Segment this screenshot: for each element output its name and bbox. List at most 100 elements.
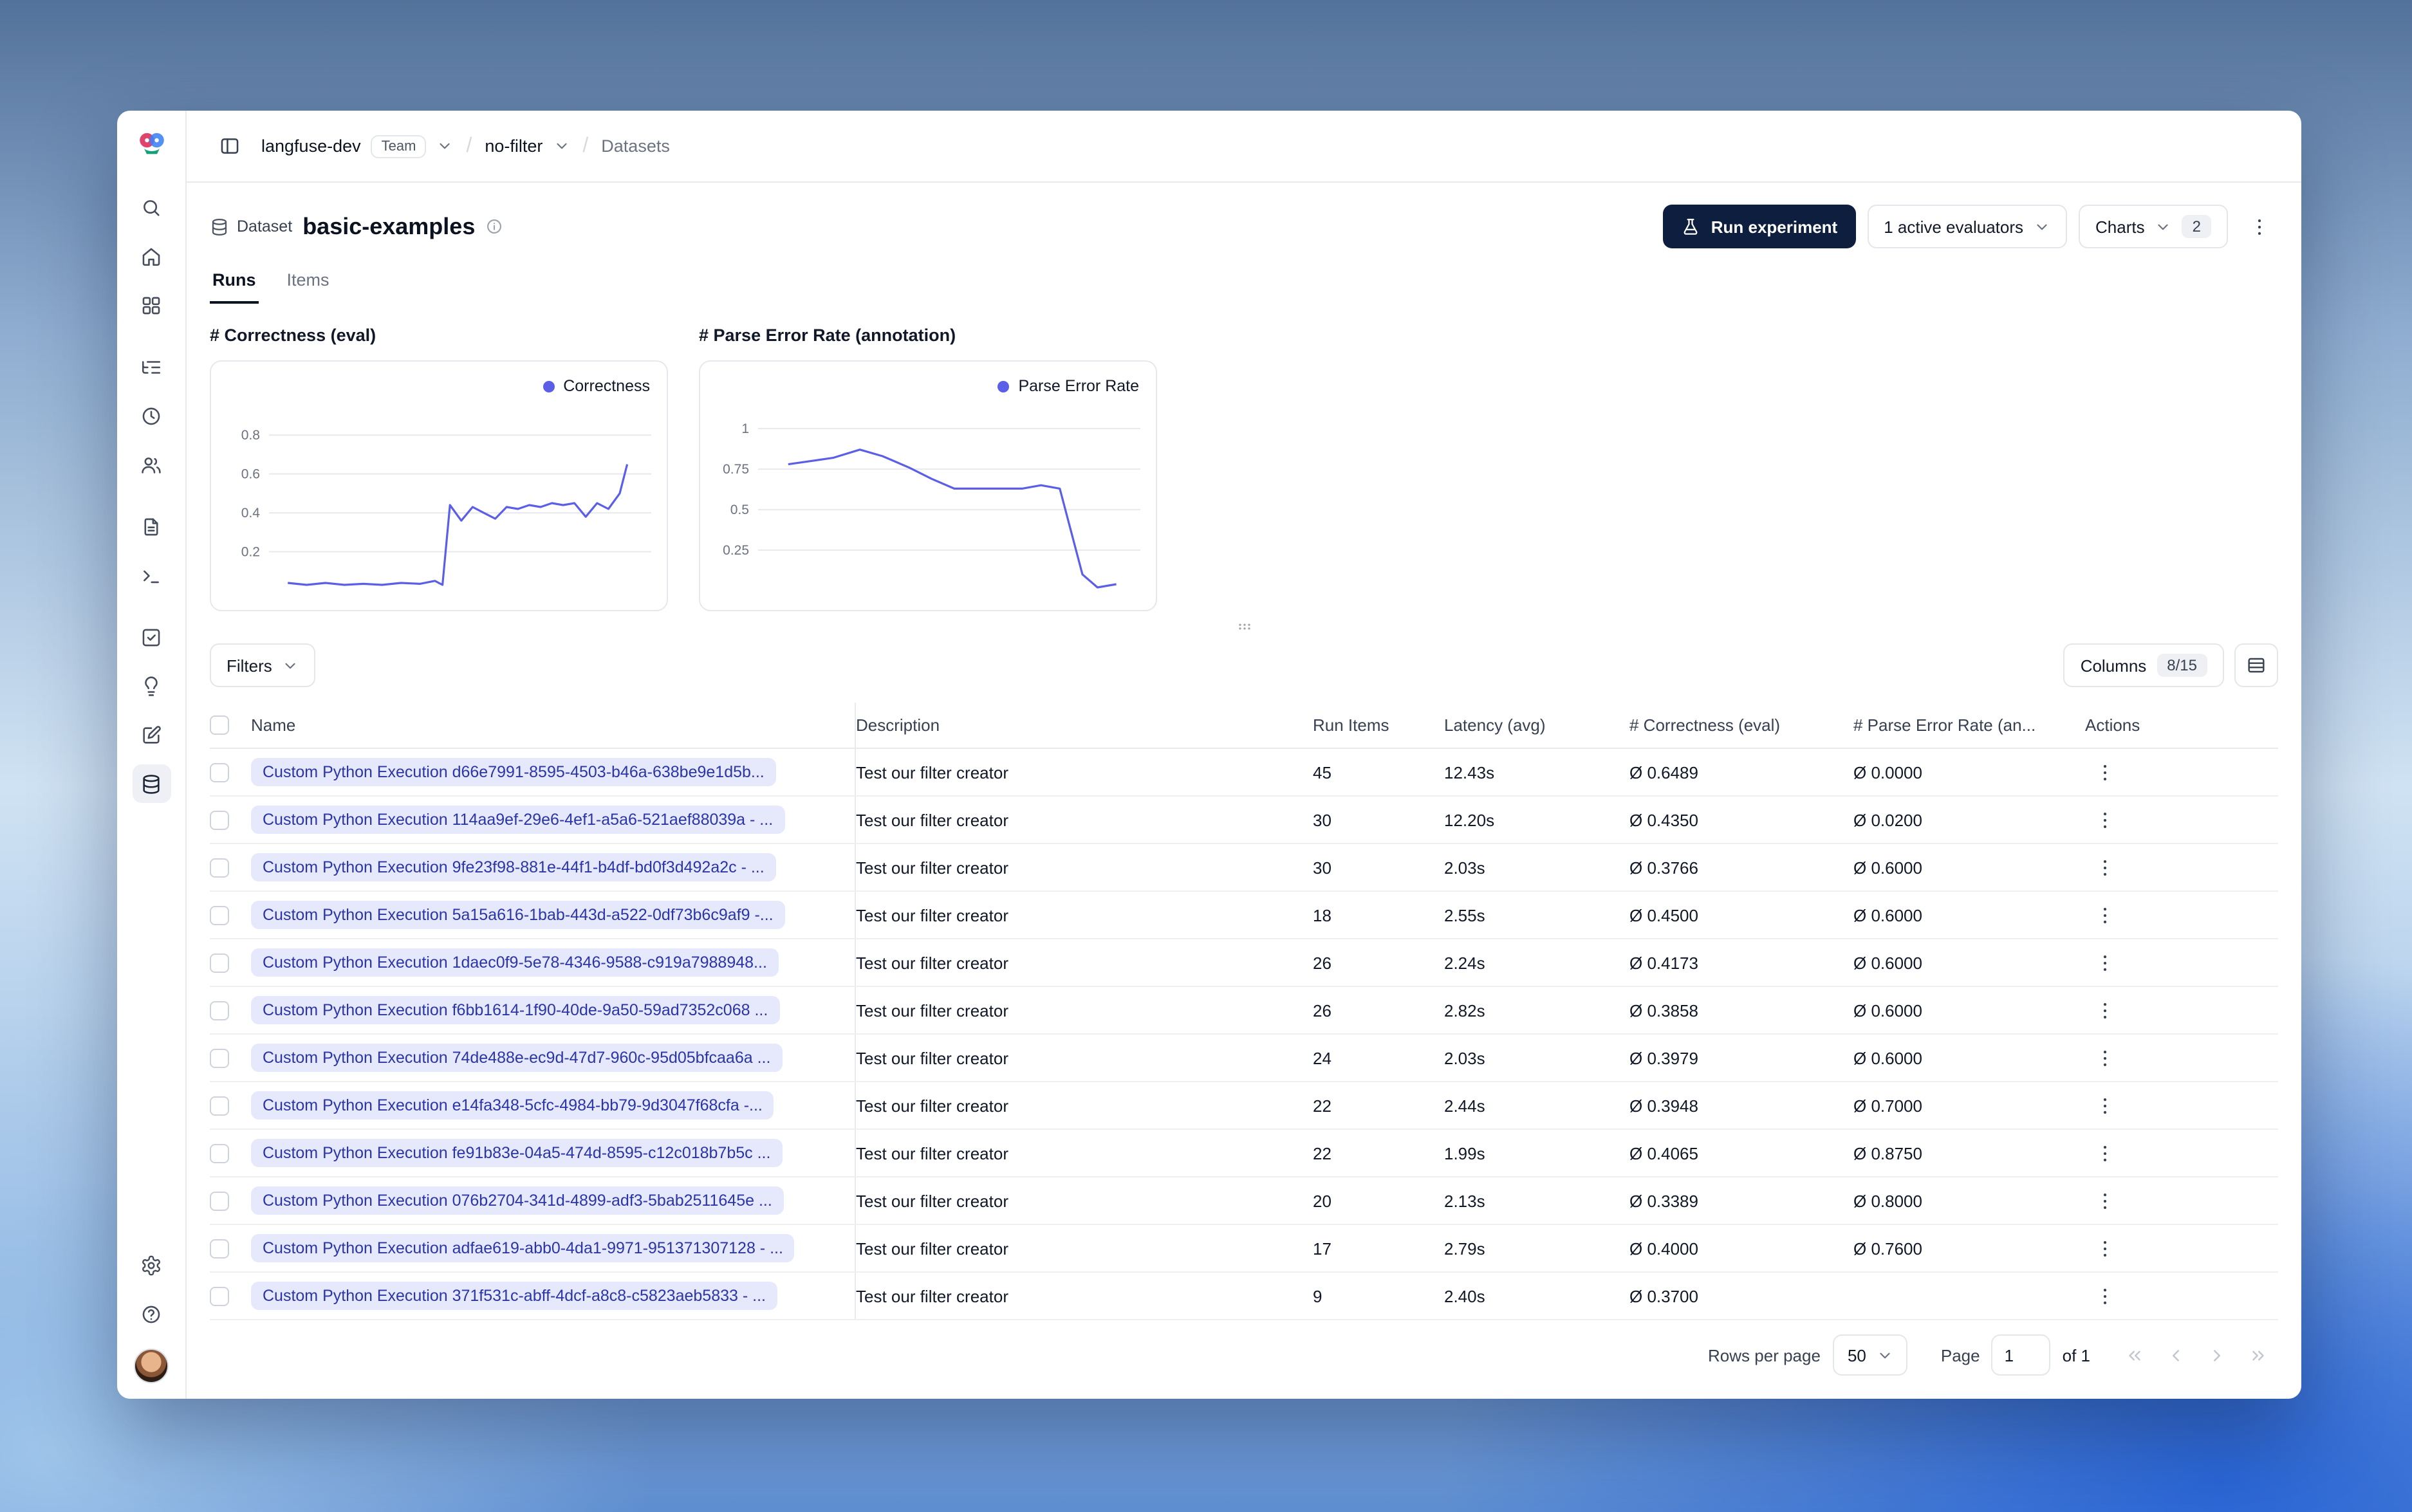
row-checkbox[interactable] bbox=[210, 1286, 229, 1305]
breadcrumb-org[interactable]: langfuse-dev bbox=[261, 136, 361, 156]
run-latency: 1.99s bbox=[1444, 1143, 1485, 1163]
table-row: Custom Python Execution 1daec0f9-5e78-43… bbox=[210, 939, 2278, 987]
row-checkbox[interactable] bbox=[210, 1048, 229, 1067]
users-icon[interactable] bbox=[132, 445, 171, 484]
row-checkbox[interactable] bbox=[210, 1239, 229, 1258]
datasets-database-icon[interactable] bbox=[132, 764, 171, 803]
panel-resize-handle[interactable] bbox=[210, 611, 2278, 638]
run-name-link[interactable]: Custom Python Execution fe91b83e-04a5-47… bbox=[251, 1139, 783, 1167]
run-name-link[interactable]: Custom Python Execution 114aa9ef-29e6-4e… bbox=[251, 806, 785, 834]
langfuse-logo[interactable] bbox=[132, 124, 171, 162]
run-name-link[interactable]: Custom Python Execution 1daec0f9-5e78-43… bbox=[251, 948, 779, 977]
first-page-button[interactable] bbox=[2116, 1337, 2152, 1373]
evaluators-label: 1 active evaluators bbox=[1884, 217, 2024, 236]
run-parse-error-rate: Ø 0.0200 bbox=[1853, 810, 1922, 829]
row-actions-menu-button[interactable] bbox=[2085, 1134, 2124, 1172]
row-actions-menu-button[interactable] bbox=[2085, 1277, 2124, 1315]
run-items-count: 26 bbox=[1313, 953, 1331, 972]
chart-correctness: # Correctness (eval) Correctness 0.2 0.4 0… bbox=[210, 326, 668, 611]
lightbulb-icon[interactable] bbox=[132, 667, 171, 705]
select-all-checkbox[interactable] bbox=[210, 715, 229, 735]
run-name-link[interactable]: Custom Python Execution f6bb1614-1f90-40… bbox=[251, 996, 780, 1024]
row-height-table-icon-button[interactable] bbox=[2234, 643, 2278, 687]
rows-per-page-select[interactable]: 50 bbox=[1833, 1334, 1907, 1376]
row-checkbox[interactable] bbox=[210, 905, 229, 925]
evaluators-check-icon[interactable] bbox=[132, 618, 171, 656]
run-name-link[interactable]: Custom Python Execution adfae619-abb0-4d… bbox=[251, 1234, 795, 1262]
tracing-tree-icon[interactable] bbox=[132, 347, 171, 386]
columns-button[interactable]: Columns 8/15 bbox=[2063, 643, 2224, 687]
search-icon[interactable] bbox=[132, 188, 171, 226]
row-actions-menu-button[interactable] bbox=[2085, 753, 2124, 791]
row-actions-menu-button[interactable] bbox=[2085, 896, 2124, 934]
row-actions-menu-button[interactable] bbox=[2085, 1086, 2124, 1125]
run-description: Test our filter creator bbox=[856, 1143, 1008, 1163]
run-correctness: Ø 0.3858 bbox=[1629, 1000, 1698, 1020]
row-actions-menu-button[interactable] bbox=[2085, 943, 2124, 982]
run-parse-error-rate: Ø 0.7000 bbox=[1853, 1096, 1922, 1115]
run-name-link[interactable]: Custom Python Execution 076b2704-341d-48… bbox=[251, 1186, 784, 1215]
row-checkbox[interactable] bbox=[210, 953, 229, 972]
home-icon[interactable] bbox=[132, 237, 171, 275]
toolbar-right: Columns 8/15 bbox=[2063, 643, 2278, 687]
more-options-kebab-button[interactable] bbox=[2240, 207, 2278, 246]
settings-gear-icon[interactable] bbox=[132, 1246, 171, 1284]
previous-page-button[interactable] bbox=[2157, 1337, 2193, 1373]
help-icon[interactable] bbox=[132, 1295, 171, 1333]
page-group: Page of 1 bbox=[1941, 1334, 2090, 1376]
run-name-link[interactable]: Custom Python Execution e14fa348-5cfc-49… bbox=[251, 1091, 774, 1120]
info-icon[interactable] bbox=[485, 217, 503, 235]
run-correctness: Ø 0.4500 bbox=[1629, 905, 1698, 925]
chevron-down-icon[interactable] bbox=[436, 138, 453, 154]
sidebar-toggle-button[interactable] bbox=[210, 127, 248, 165]
rows-per-page-value: 50 bbox=[1847, 1345, 1866, 1365]
tab-runs[interactable]: Runs bbox=[210, 263, 259, 304]
row-actions-menu-button[interactable] bbox=[2085, 1038, 2124, 1077]
run-items-count: 22 bbox=[1313, 1143, 1331, 1163]
breadcrumb-section[interactable]: Datasets bbox=[601, 136, 670, 156]
chevron-down-icon[interactable] bbox=[553, 138, 570, 154]
filters-button[interactable]: Filters bbox=[210, 643, 316, 687]
sessions-clock-icon[interactable] bbox=[132, 396, 171, 435]
charts-dropdown[interactable]: Charts 2 bbox=[2079, 205, 2228, 248]
run-correctness: Ø 0.4065 bbox=[1629, 1143, 1698, 1163]
run-description: Test our filter creator bbox=[856, 762, 1008, 782]
row-actions-menu-button[interactable] bbox=[2085, 800, 2124, 839]
row-checkbox[interactable] bbox=[210, 1191, 229, 1210]
tab-items[interactable]: Items bbox=[284, 263, 332, 304]
breadcrumb-project[interactable]: no-filter bbox=[485, 136, 543, 156]
row-checkbox[interactable] bbox=[210, 1000, 229, 1020]
svg-text:0.75: 0.75 bbox=[723, 462, 749, 477]
row-checkbox[interactable] bbox=[210, 762, 229, 782]
playground-terminal-icon[interactable] bbox=[132, 556, 171, 595]
run-name-link[interactable]: Custom Python Execution d66e7991-8595-45… bbox=[251, 758, 776, 786]
annotation-pen-icon[interactable] bbox=[132, 715, 171, 754]
row-actions-menu-button[interactable] bbox=[2085, 991, 2124, 1029]
evaluators-dropdown[interactable]: 1 active evaluators bbox=[1867, 205, 2068, 248]
run-name-link[interactable]: Custom Python Execution 5a15a616-1bab-44… bbox=[251, 901, 785, 929]
run-experiment-button[interactable]: Run experiment bbox=[1663, 205, 1856, 248]
table-toolbar: Filters Columns 8/15 bbox=[210, 643, 2278, 687]
run-name-link[interactable]: Custom Python Execution 74de488e-ec9d-47… bbox=[251, 1044, 783, 1072]
row-actions-menu-button[interactable] bbox=[2085, 1181, 2124, 1220]
page-number-input[interactable] bbox=[1991, 1334, 2051, 1376]
row-checkbox[interactable] bbox=[210, 810, 229, 829]
dashboard-grid-icon[interactable] bbox=[132, 286, 171, 324]
next-page-button[interactable] bbox=[2198, 1337, 2234, 1373]
run-items-count: 30 bbox=[1313, 858, 1331, 877]
row-checkbox[interactable] bbox=[210, 858, 229, 877]
svg-text:0.4: 0.4 bbox=[241, 506, 261, 521]
prompts-file-icon[interactable] bbox=[132, 507, 171, 546]
run-name-link[interactable]: Custom Python Execution 371f531c-abff-4d… bbox=[251, 1282, 777, 1310]
line-chart-correctness: 0.2 0.4 0.6 0.8 bbox=[241, 428, 651, 586]
app-window: langfuse-dev Team / no-filter / Datasets… bbox=[117, 111, 2301, 1399]
table-row: Custom Python Execution 076b2704-341d-48… bbox=[210, 1177, 2278, 1225]
row-checkbox[interactable] bbox=[210, 1096, 229, 1115]
last-page-button[interactable] bbox=[2240, 1337, 2276, 1373]
org-type-badge: Team bbox=[371, 134, 427, 158]
row-actions-menu-button[interactable] bbox=[2085, 1229, 2124, 1268]
user-avatar[interactable] bbox=[134, 1349, 169, 1383]
row-checkbox[interactable] bbox=[210, 1143, 229, 1163]
row-actions-menu-button[interactable] bbox=[2085, 848, 2124, 887]
run-name-link[interactable]: Custom Python Execution 9fe23f98-881e-44… bbox=[251, 853, 776, 881]
